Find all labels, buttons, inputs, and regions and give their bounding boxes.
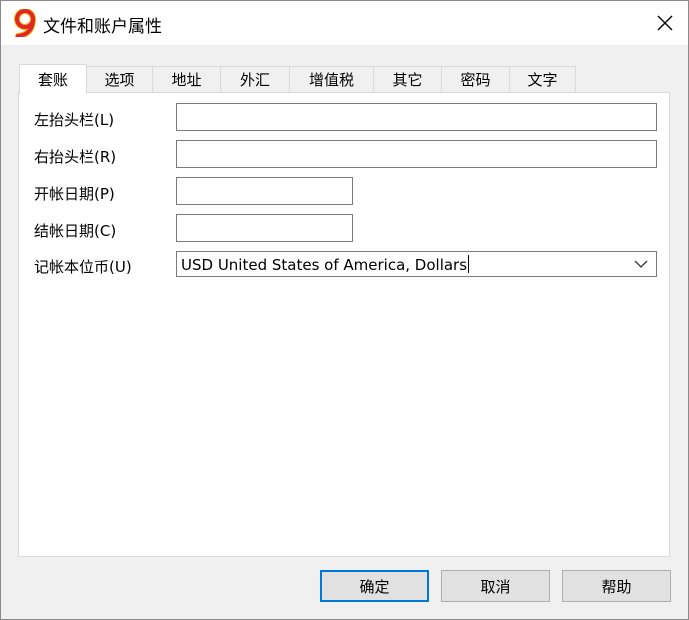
opening-date-input[interactable] bbox=[176, 177, 353, 205]
right-header-label: 右抬头栏(R) bbox=[34, 148, 117, 166]
tab-account-set[interactable]: 套账 bbox=[19, 64, 87, 94]
tab-label: 地址 bbox=[171, 71, 202, 89]
tab-label: 套账 bbox=[37, 71, 68, 89]
tab-options[interactable]: 选项 bbox=[86, 66, 153, 92]
base-currency-value: USD United States of America, Dollars bbox=[181, 255, 470, 274]
text-cursor bbox=[468, 255, 470, 273]
close-icon bbox=[657, 15, 673, 31]
right-header-input[interactable] bbox=[176, 140, 657, 168]
title-bar: 文件和账户属性 bbox=[1, 1, 688, 45]
base-currency-select[interactable]: USD United States of America, Dollars bbox=[176, 251, 657, 277]
tab-label: 密码 bbox=[460, 71, 491, 89]
close-button[interactable] bbox=[642, 1, 688, 45]
base-currency-label: 记帐本位币(U) bbox=[34, 258, 132, 276]
tab-password[interactable]: 密码 bbox=[441, 66, 510, 92]
tab-label: 文字 bbox=[527, 71, 558, 89]
tab-address[interactable]: 地址 bbox=[152, 66, 221, 92]
app-logo-icon bbox=[14, 9, 36, 37]
left-header-label: 左抬头栏(L) bbox=[34, 111, 115, 129]
tab-foreign-exchange[interactable]: 外汇 bbox=[220, 66, 290, 92]
help-button[interactable]: 帮助 bbox=[562, 570, 671, 602]
tab-label: 其它 bbox=[392, 71, 423, 89]
window-title: 文件和账户属性 bbox=[43, 17, 162, 37]
chevron-down-icon bbox=[634, 260, 648, 268]
dialog-window: 文件和账户属性 套账 选项 地址 外汇 增值税 其它 密码 文字 左抬头栏(L)… bbox=[0, 0, 689, 620]
ok-button[interactable]: 确定 bbox=[320, 570, 429, 602]
tab-label: 外汇 bbox=[239, 71, 270, 89]
closing-date-input[interactable] bbox=[176, 214, 353, 242]
tab-label: 增值税 bbox=[308, 71, 354, 89]
closing-date-label: 结帐日期(C) bbox=[34, 222, 117, 240]
tab-other[interactable]: 其它 bbox=[373, 66, 442, 92]
cancel-button[interactable]: 取消 bbox=[441, 570, 550, 602]
left-header-input[interactable] bbox=[176, 103, 657, 131]
tab-label: 选项 bbox=[104, 71, 135, 89]
opening-date-label: 开帐日期(P) bbox=[34, 185, 115, 203]
tab-text[interactable]: 文字 bbox=[509, 66, 576, 92]
tab-vat[interactable]: 增值税 bbox=[289, 66, 374, 92]
tab-panel-account-set: 左抬头栏(L) 右抬头栏(R) 开帐日期(P) 结帐日期(C) 记帐本位币(U)… bbox=[18, 92, 670, 557]
